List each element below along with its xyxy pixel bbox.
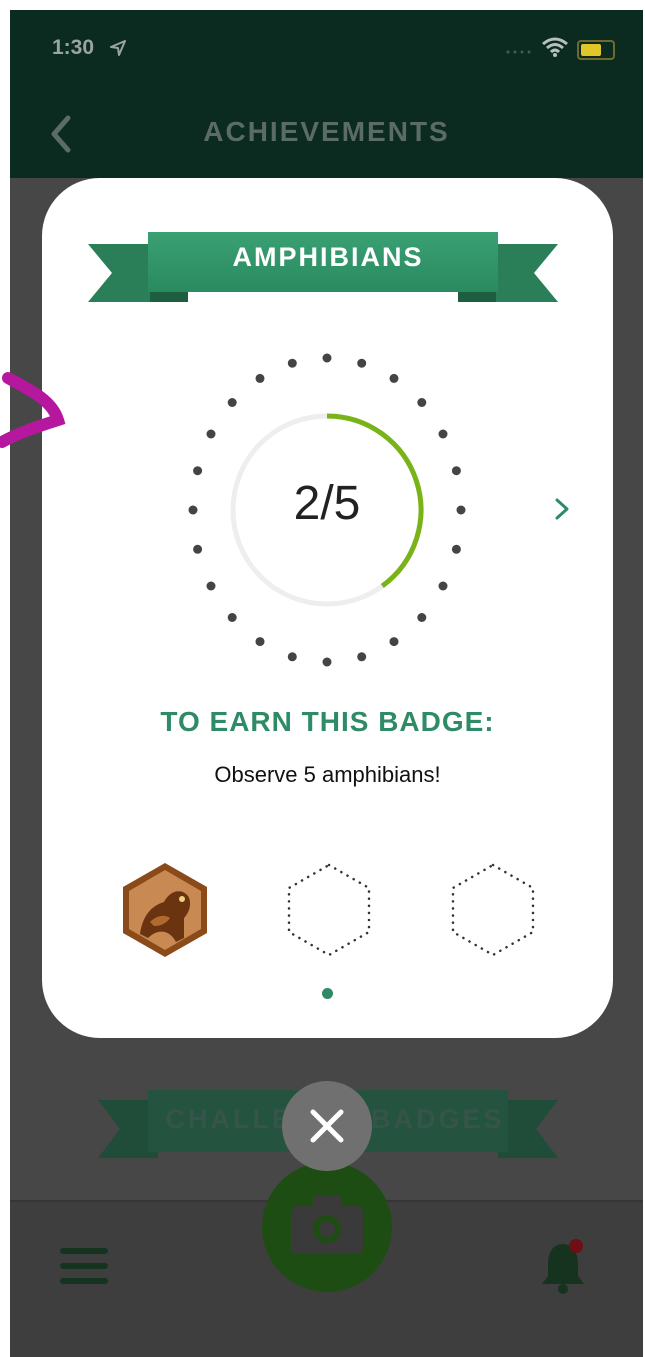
- dotted-ring-dot: [193, 544, 203, 554]
- dotted-ring-dot: [438, 429, 448, 439]
- dotted-ring-dot: [322, 353, 332, 363]
- dotted-ring-dot: [227, 613, 237, 622]
- badge-detail-modal: AMPHIBIANS 2/5 TO EARN THIS BADGE: Obser…: [42, 178, 613, 1038]
- dotted-ring-dot: [438, 581, 448, 591]
- dotted-ring-dot: [417, 613, 427, 622]
- locked-badge-placeholder[interactable]: [448, 860, 538, 960]
- wifi-icon: [542, 37, 568, 57]
- dotted-ring-dot: [227, 398, 237, 407]
- earn-heading: TO EARN THIS BADGE:: [160, 706, 495, 737]
- dotted-ring-dot: [255, 637, 265, 647]
- annotation-arrow-scribble: [0, 372, 66, 448]
- dotted-ring-dot: [287, 358, 297, 368]
- dotted-ring-dot: [357, 358, 367, 368]
- location-arrow-icon: [110, 40, 126, 56]
- badge-title: AMPHIBIANS: [232, 242, 424, 272]
- dotted-ring-dot: [193, 466, 203, 476]
- dotted-ring-dot: [255, 373, 265, 383]
- earn-description: Observe 5 amphibians!: [214, 762, 441, 787]
- locked-badge-placeholder[interactable]: [284, 860, 374, 960]
- dotted-ring-dot: [451, 544, 461, 554]
- dotted-ring-dot: [206, 581, 216, 591]
- app-screen: 1:30 ACHIEVEMENTS CHALLENGE BADGES AMPHI…: [10, 10, 643, 1357]
- dotted-ring-dot: [451, 466, 461, 476]
- top-bar: 1:30 ACHIEVEMENTS: [10, 10, 643, 178]
- next-badge-button[interactable]: [552, 494, 572, 524]
- dotted-ring-dot: [456, 505, 466, 515]
- notifications-bell-icon[interactable]: [538, 1238, 588, 1294]
- status-time: 1:30: [52, 36, 95, 59]
- dotted-ring-dot: [188, 505, 198, 515]
- close-icon: [310, 1109, 344, 1143]
- dotted-ring-dot: [389, 373, 399, 383]
- battery-icon: [577, 40, 615, 60]
- dotted-ring-dot: [287, 652, 297, 662]
- page-indicator-dot: [322, 988, 333, 999]
- dotted-ring-dot: [206, 429, 216, 439]
- dotted-ring-dot: [322, 657, 332, 667]
- camera-button[interactable]: [262, 1162, 392, 1292]
- progress-count: 2/5: [293, 477, 361, 530]
- page-title: ACHIEVEMENTS: [203, 116, 450, 147]
- close-modal-button[interactable]: [282, 1081, 372, 1171]
- dotted-ring-dot: [357, 652, 367, 662]
- hamburger-menu-icon[interactable]: [60, 1246, 108, 1286]
- dotted-ring-dot: [389, 637, 399, 647]
- camera-icon: [291, 1196, 363, 1254]
- frog-badge-icon[interactable]: [120, 860, 210, 960]
- dotted-ring-dot: [417, 398, 427, 407]
- cellular-signal-icon: [506, 50, 531, 54]
